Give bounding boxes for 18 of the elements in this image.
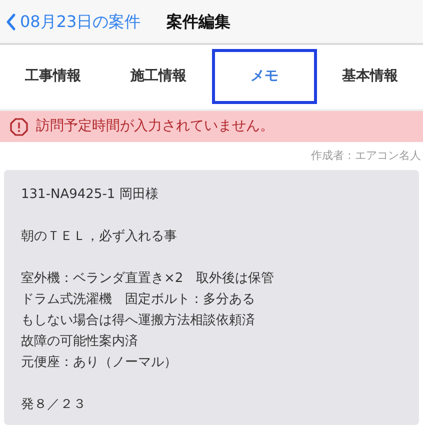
author-label: 作成者：エアコン名人	[311, 149, 421, 162]
memo-line: 元便座：あり（ノーマル）	[21, 354, 178, 372]
tab[interactable]: 施工情報	[106, 49, 212, 104]
tab[interactable]: 基本情報	[317, 49, 423, 104]
memo-line: もしない場合は得へ運搬方法相談依頼済	[21, 312, 256, 330]
alert-message: 訪問予定時間が入力されていません。	[36, 117, 274, 136]
memo-line: 故障の可能性案内済	[21, 332, 139, 350]
memo-line: ドラム式洗濯機 固定ボルト：多分ある	[21, 290, 256, 308]
tab[interactable]: 工事情報	[0, 49, 106, 104]
memo-line: 室外機：ベランダ直置き×2 取外後は保管	[21, 270, 276, 288]
tab[interactable]: メモ	[212, 49, 318, 104]
warning-icon	[10, 118, 28, 136]
memo-line: 朝のＴＥＬ，必ず入れる事	[21, 228, 178, 246]
memo-line: 発８／２３	[21, 396, 87, 414]
back-link[interactable]: 08月23日の案件	[6, 10, 141, 34]
back-icon	[6, 12, 16, 30]
screen-title: 案件編集	[166, 10, 231, 32]
memo-line: 131-NA9425-1 岡田様	[21, 186, 160, 204]
